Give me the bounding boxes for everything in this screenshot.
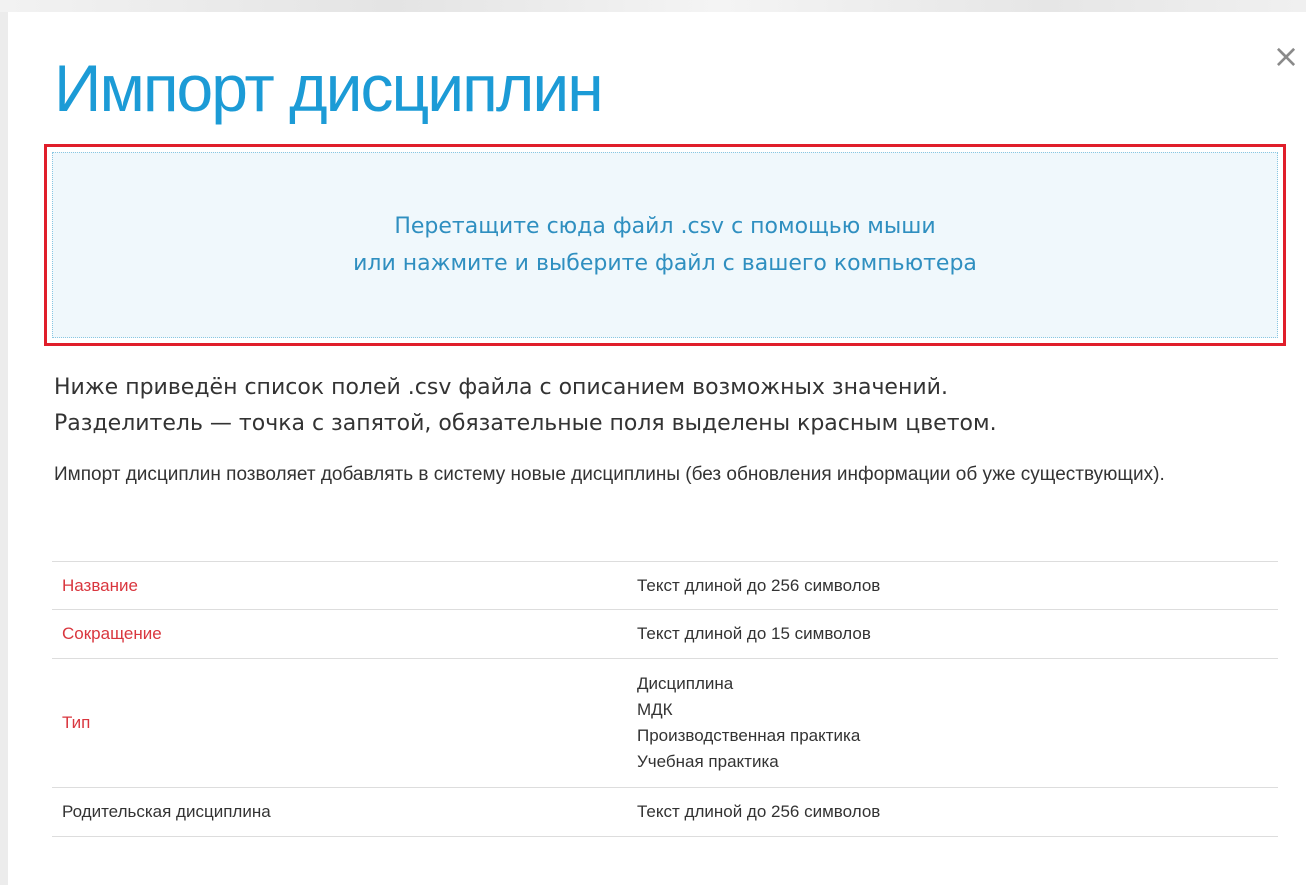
intro-line2: Разделитель — точка с запятой, обязатель… xyxy=(54,411,997,436)
page-backdrop xyxy=(0,0,1306,12)
field-name: Тип xyxy=(52,658,627,788)
import-note: Импорт дисциплин позволяет добавлять в с… xyxy=(54,464,1165,485)
field-description: Текст длиной до 256 символов xyxy=(627,561,1278,610)
table-row: Название Текст длиной до 256 символов xyxy=(52,561,1278,610)
field-option: Дисциплина xyxy=(637,674,734,693)
file-dropzone[interactable]: Перетащите сюда файл .csv с помощью мыши… xyxy=(52,152,1278,338)
table-row: Тип Дисциплина МДК Производственная прак… xyxy=(52,658,1278,788)
field-description: Текст длиной до 15 символов xyxy=(627,609,1278,659)
field-option: Учебная практика xyxy=(637,752,779,771)
field-description: Текст длиной до 256 символов xyxy=(627,787,1278,837)
field-name: Название xyxy=(52,561,627,610)
dropzone-text-line1: Перетащите сюда файл .csv с помощью мыши xyxy=(394,214,936,239)
field-option: Производственная практика xyxy=(637,726,861,745)
field-option: МДК xyxy=(637,700,673,719)
modal-title: Импорт дисциплин xyxy=(54,51,604,125)
field-name: Родительская дисциплина xyxy=(52,787,627,837)
file-dropzone-highlight: Перетащите сюда файл .csv с помощью мыши… xyxy=(44,144,1286,346)
table-row: Сокращение Текст длиной до 15 символов xyxy=(52,609,1278,659)
field-options: Дисциплина МДК Производственная практика… xyxy=(627,658,1278,788)
field-name: Сокращение xyxy=(52,609,627,659)
close-icon[interactable]: × xyxy=(1272,40,1300,72)
table-row: Родительская дисциплина Текст длиной до … xyxy=(52,787,1278,837)
fields-table: Название Текст длиной до 256 символов Со… xyxy=(52,561,1278,837)
intro-line1: Ниже приведён список полей .csv файла с … xyxy=(54,375,948,400)
dropzone-text-line2: или нажмите и выберите файл с вашего ком… xyxy=(353,251,977,276)
fields-intro: Ниже приведён список полей .csv файла с … xyxy=(54,370,1274,442)
